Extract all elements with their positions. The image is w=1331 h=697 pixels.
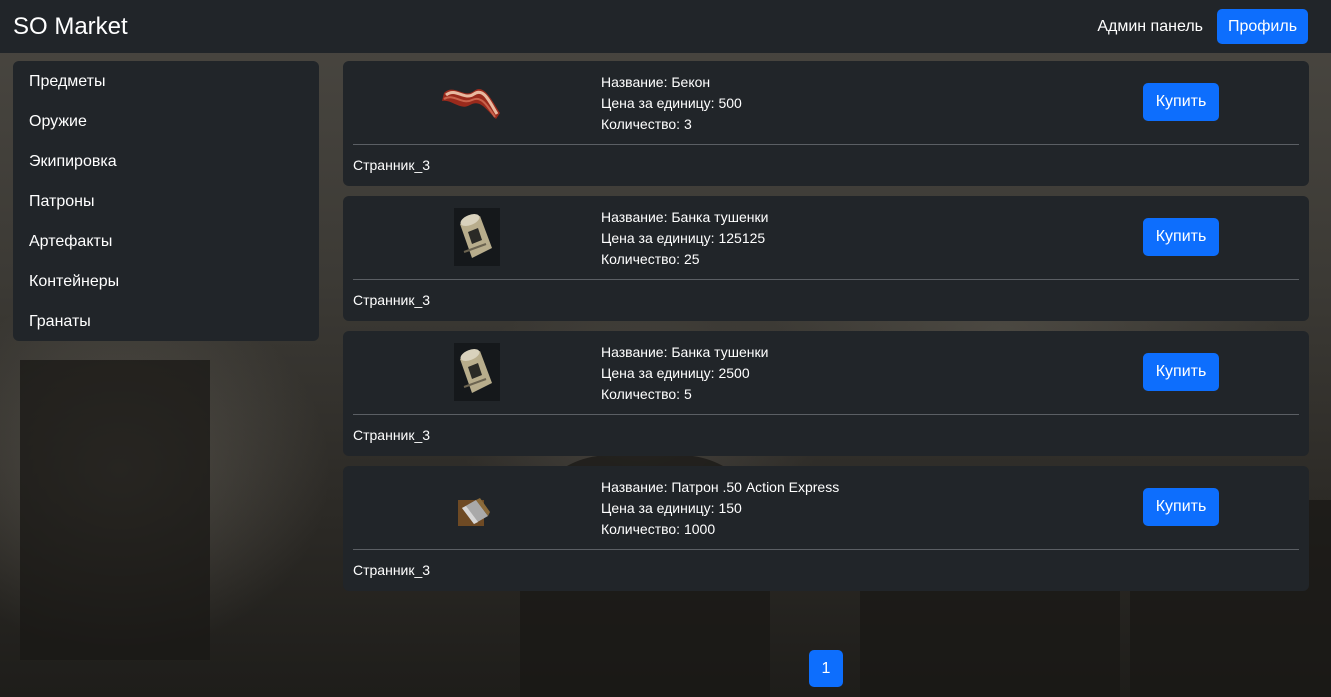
buy-button[interactable]: Купить xyxy=(1143,218,1219,256)
item-quantity: Количество: 5 xyxy=(601,386,692,402)
seller-name: Странник_3 xyxy=(353,157,431,173)
admin-panel-link[interactable]: Админ панель xyxy=(1097,18,1203,36)
buy-button[interactable]: Купить xyxy=(1143,83,1219,121)
item-name: Название: Банка тушенки xyxy=(601,344,769,360)
sidebar-item-equipment[interactable]: Экипировка xyxy=(13,142,319,182)
divider xyxy=(353,144,1299,145)
divider xyxy=(353,549,1299,550)
profile-button[interactable]: Профиль xyxy=(1217,9,1308,44)
canned-meat-icon xyxy=(454,208,500,266)
item-price: Цена за единицу: 150 xyxy=(601,500,742,516)
item-info: Название: Банка тушенки Цена за единицу:… xyxy=(601,342,768,405)
divider xyxy=(353,414,1299,415)
buy-button[interactable]: Купить xyxy=(1143,488,1219,526)
seller-name: Странник_3 xyxy=(353,427,431,443)
item-name: Название: Банка тушенки xyxy=(601,209,769,225)
item-info: Название: Бекон Цена за единицу: 500 Кол… xyxy=(601,72,742,135)
item-price: Цена за единицу: 500 xyxy=(601,95,742,111)
top-navbar: SO Market Админ панель Профиль xyxy=(0,0,1331,53)
item-quantity: Количество: 1000 xyxy=(601,521,716,537)
divider xyxy=(353,279,1299,280)
ammo-icon xyxy=(458,498,490,526)
navbar-actions: Админ панель Профиль xyxy=(1097,9,1308,44)
brand-logo[interactable]: SO Market xyxy=(13,13,128,41)
seller-name: Странник_3 xyxy=(353,292,431,308)
seller-name: Странник_3 xyxy=(353,562,431,578)
pagination-page-1[interactable]: 1 xyxy=(809,650,843,687)
sidebar-item-artifacts[interactable]: Артефакты xyxy=(13,222,319,262)
item-quantity: Количество: 25 xyxy=(601,251,700,267)
sidebar-item-grenades[interactable]: Гранаты xyxy=(13,302,319,342)
sidebar-item-items[interactable]: Предметы xyxy=(13,62,319,102)
item-name: Название: Бекон xyxy=(601,74,711,90)
category-sidebar: Предметы Оружие Экипировка Патроны Артеф… xyxy=(13,61,319,341)
sidebar-item-ammo[interactable]: Патроны xyxy=(13,182,319,222)
item-price: Цена за единицу: 125125 xyxy=(601,230,766,246)
listing-card: Название: Банка тушенки Цена за единицу:… xyxy=(343,196,1309,321)
canned-meat-icon xyxy=(454,343,500,401)
sidebar-item-containers[interactable]: Контейнеры xyxy=(13,262,319,302)
listing-card: Название: Банка тушенки Цена за единицу:… xyxy=(343,331,1309,456)
item-price: Цена за единицу: 2500 xyxy=(601,365,750,381)
item-quantity: Количество: 3 xyxy=(601,116,692,132)
ruined-building-silhouette xyxy=(20,360,210,660)
sidebar-item-weapons[interactable]: Оружие xyxy=(13,102,319,142)
bacon-icon xyxy=(442,89,500,119)
item-info: Название: Патрон .50 Action Express Цена… xyxy=(601,477,839,540)
item-info: Название: Банка тушенки Цена за единицу:… xyxy=(601,207,768,270)
buy-button[interactable]: Купить xyxy=(1143,353,1219,391)
item-name: Название: Патрон .50 Action Express xyxy=(601,479,840,495)
listing-card: Название: Бекон Цена за единицу: 500 Кол… xyxy=(343,61,1309,186)
listing-card: Название: Патрон .50 Action Express Цена… xyxy=(343,466,1309,591)
